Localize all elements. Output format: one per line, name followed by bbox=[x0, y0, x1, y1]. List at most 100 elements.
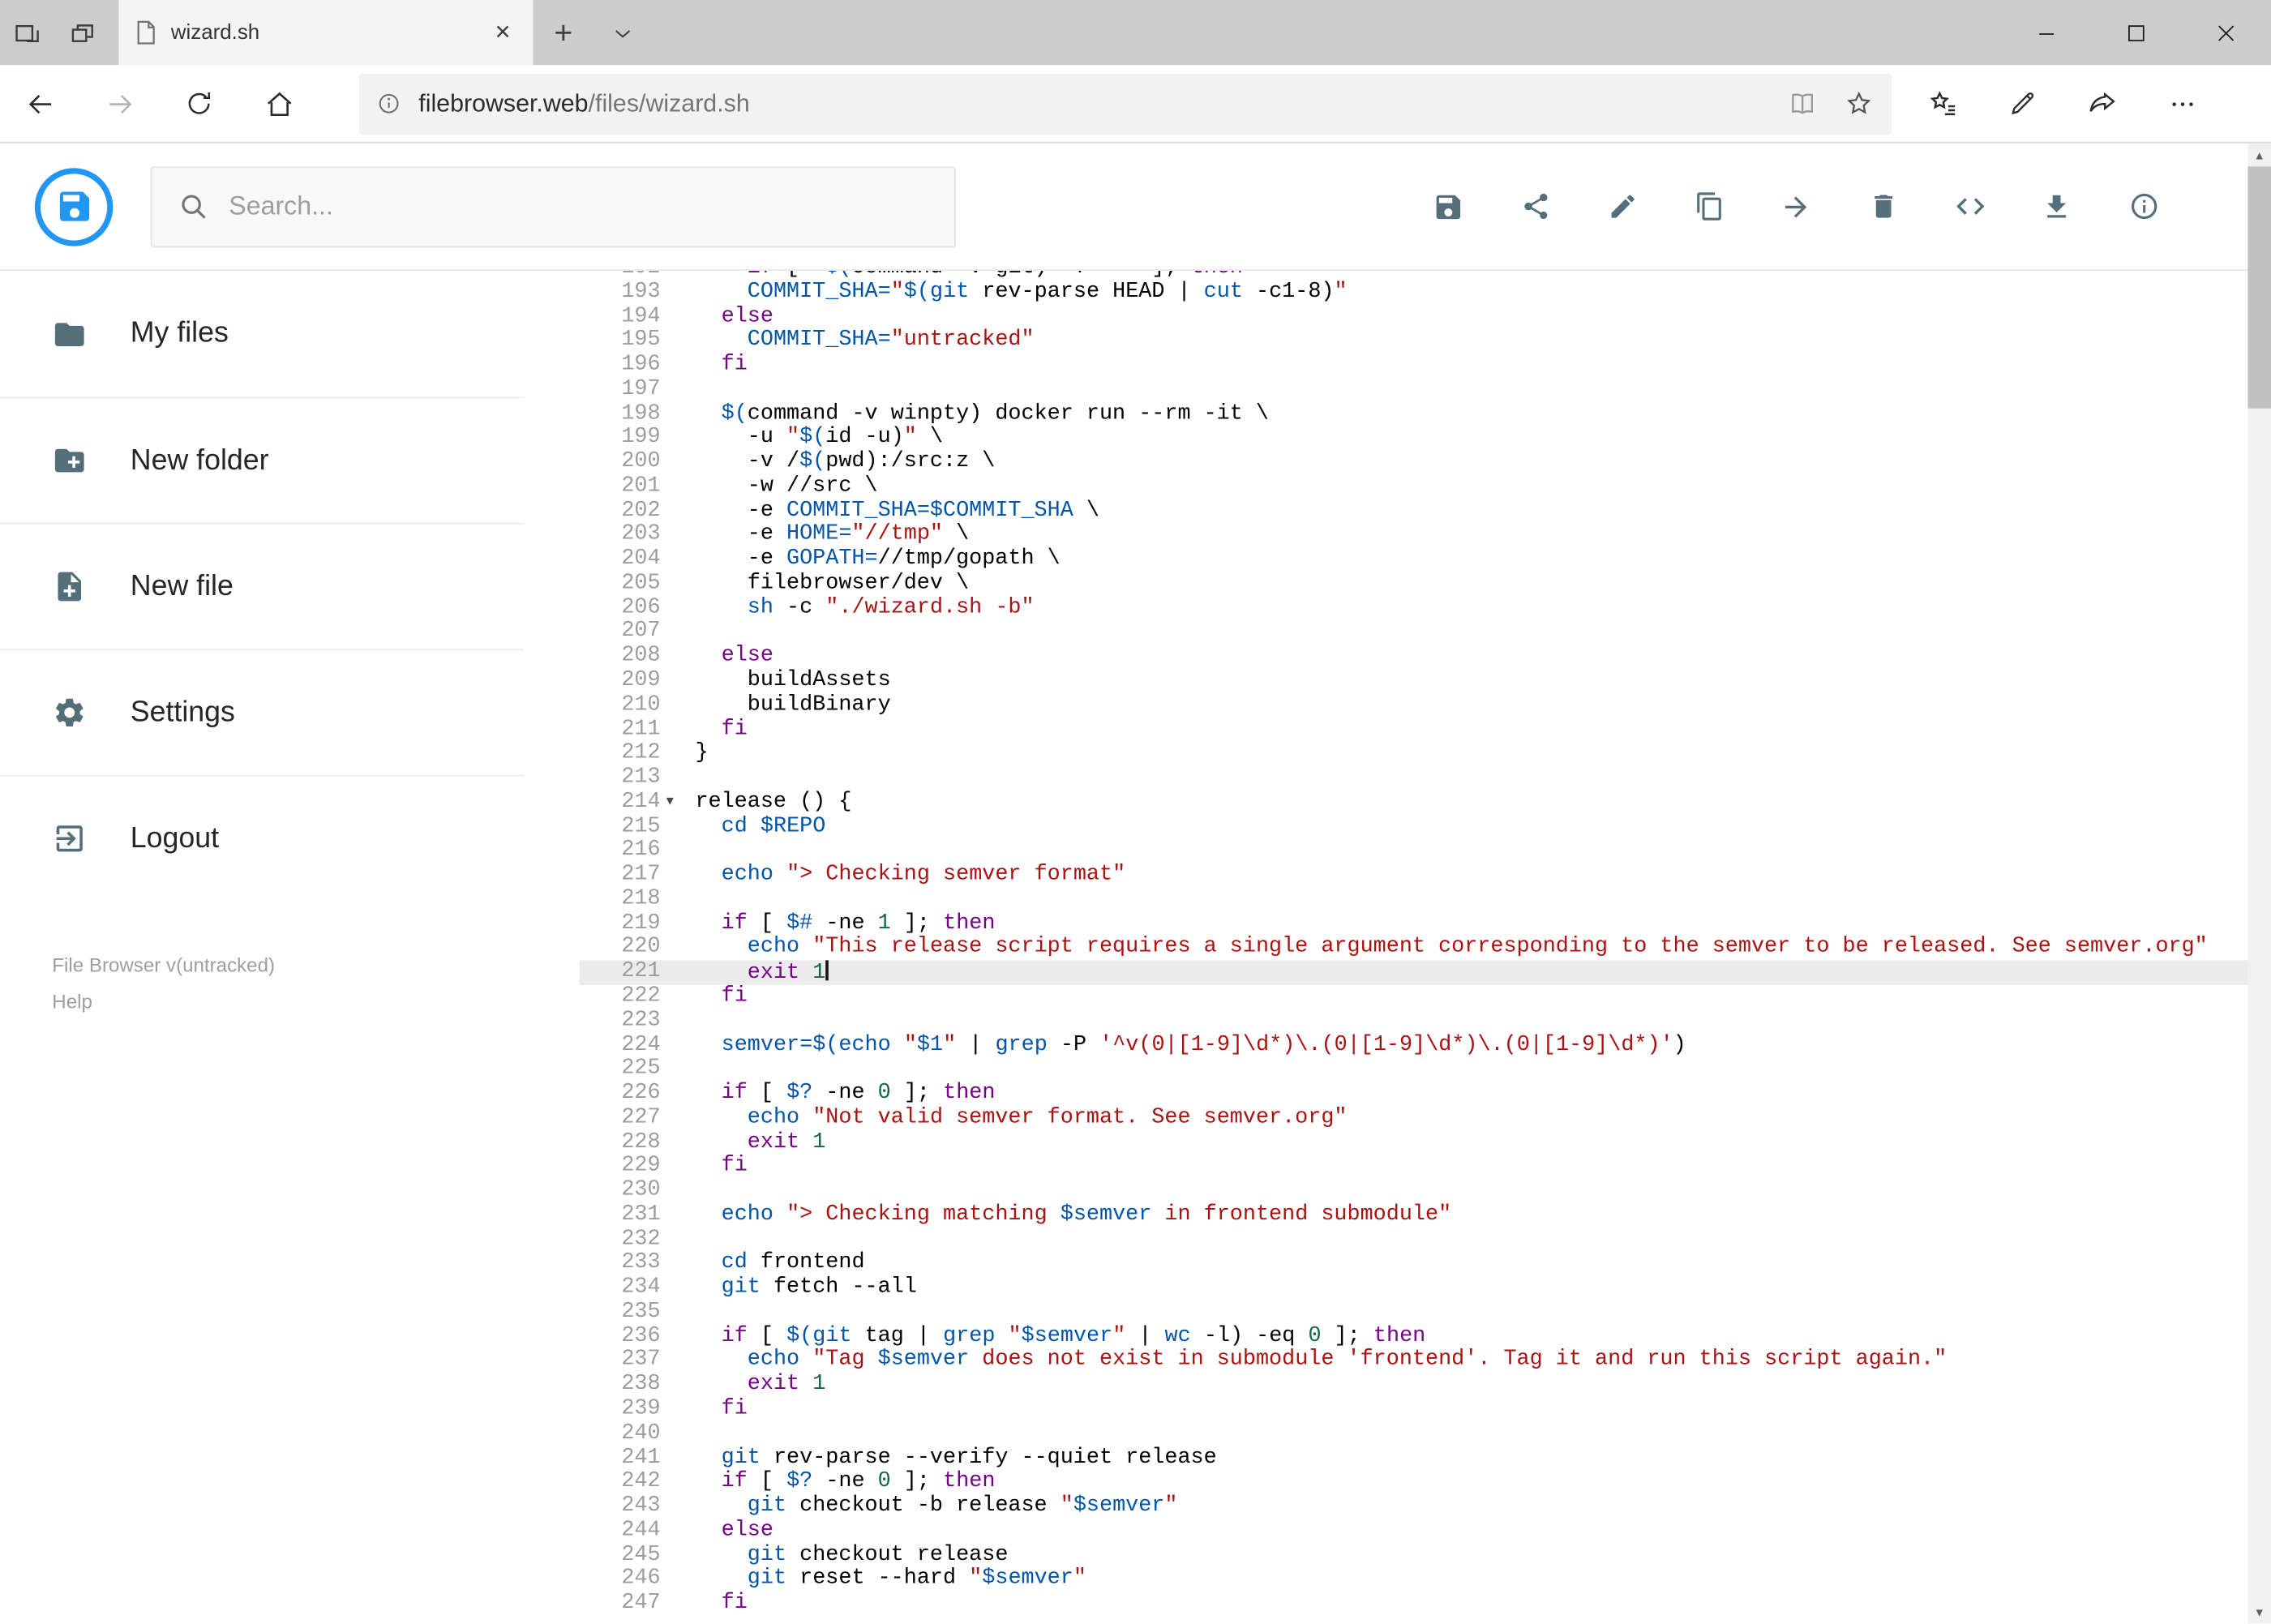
code-text[interactable]: if [ $# -ne 1 ]; then bbox=[695, 911, 2247, 936]
code-text[interactable]: cd $REPO bbox=[695, 813, 2247, 839]
code-text[interactable] bbox=[695, 1422, 2247, 1446]
code-text[interactable]: buildAssets bbox=[695, 668, 2247, 693]
code-line[interactable]: 193 COMMIT_SHA="$(git rev-parse HEAD | c… bbox=[580, 280, 2248, 305]
code-text[interactable]: git reset --hard "$semver" bbox=[695, 1566, 2247, 1592]
vertical-scrollbar[interactable]: ▲ ▼ bbox=[2247, 143, 2271, 1624]
code-text[interactable]: if [ $? -ne 0 ]; then bbox=[695, 1469, 2247, 1495]
code-text[interactable]: exit 1 bbox=[695, 1129, 2247, 1155]
raw-code-button[interactable] bbox=[1926, 190, 2013, 223]
code-line[interactable]: 246 git reset --hard "$semver" bbox=[580, 1566, 2248, 1592]
code-line[interactable]: 232 bbox=[580, 1227, 2248, 1252]
code-text[interactable]: git checkout -b release "$semver" bbox=[695, 1493, 2247, 1519]
code-line[interactable]: 233 cd frontend bbox=[580, 1251, 2248, 1276]
refresh-button[interactable] bbox=[159, 88, 238, 119]
code-text[interactable]: fi bbox=[695, 352, 2247, 378]
code-line[interactable]: 201 -w //src \ bbox=[580, 473, 2248, 499]
code-line[interactable]: 240 bbox=[580, 1420, 2248, 1446]
code-line[interactable]: 229 fi bbox=[580, 1154, 2248, 1179]
code-line[interactable]: 225 bbox=[580, 1056, 2248, 1082]
code-text[interactable]: release () { bbox=[695, 789, 2247, 815]
code-text[interactable] bbox=[695, 620, 2247, 645]
code-text[interactable] bbox=[695, 378, 2247, 402]
code-line[interactable]: 210 buildBinary bbox=[580, 692, 2248, 718]
code-text[interactable]: fi bbox=[695, 1591, 2247, 1616]
code-text[interactable]: echo "> Checking semver format" bbox=[695, 862, 2247, 888]
code-text[interactable]: filebrowser/dev \ bbox=[695, 571, 2247, 597]
code-line[interactable]: 228 exit 1 bbox=[580, 1129, 2248, 1155]
code-text[interactable]: exit 1 bbox=[695, 960, 2247, 985]
code-text[interactable] bbox=[695, 766, 2247, 791]
code-line[interactable]: 224 semver=$(echo "$1" | grep -P '^v(0|[… bbox=[580, 1032, 2248, 1058]
scrollbar-thumb[interactable] bbox=[2247, 166, 2271, 409]
code-line[interactable]: 205 filebrowser/dev \ bbox=[580, 571, 2248, 597]
info-button[interactable] bbox=[2100, 191, 2187, 222]
code-line[interactable]: 200 -v /$(pwd):/src:z \ bbox=[580, 449, 2248, 475]
code-text[interactable]: fi bbox=[695, 1154, 2247, 1179]
tab-wizard-sh[interactable]: wizard.sh ✕ bbox=[118, 0, 533, 66]
tab-preview-toggle[interactable] bbox=[593, 0, 651, 65]
code-text[interactable]: exit 1 bbox=[695, 1372, 2247, 1398]
code-line[interactable]: 206 sh -c "./wizard.sh -b" bbox=[580, 595, 2248, 620]
code-line[interactable]: 216 bbox=[580, 838, 2248, 863]
favorite-star-icon[interactable] bbox=[1844, 88, 1875, 119]
sidebar-item-my-files[interactable]: My files bbox=[0, 271, 525, 396]
scroll-up-arrow-icon[interactable]: ▲ bbox=[2247, 144, 2271, 167]
tabs-set-aside-button[interactable] bbox=[55, 0, 110, 65]
code-text[interactable]: -e HOME="//tmp" \ bbox=[695, 522, 2247, 548]
code-line[interactable]: 236 if [ $(git tag | grep "$semver" | wc… bbox=[580, 1323, 2248, 1349]
code-line[interactable]: 207 bbox=[580, 619, 2248, 645]
code-text[interactable] bbox=[695, 1009, 2247, 1034]
code-text[interactable]: echo "Not valid semver format. See semve… bbox=[695, 1105, 2247, 1130]
share-file-button[interactable] bbox=[1492, 191, 1579, 222]
code-text[interactable]: else bbox=[695, 303, 2247, 329]
code-text[interactable] bbox=[695, 1300, 2247, 1325]
code-line[interactable]: 238 exit 1 bbox=[580, 1372, 2248, 1398]
code-line[interactable]: 239 fi bbox=[580, 1396, 2248, 1422]
code-text[interactable]: echo "> Checking matching $semver in fro… bbox=[695, 1202, 2247, 1228]
code-editor[interactable]: 192 if [ "$(command -v git)" != "" ]; th… bbox=[579, 271, 2248, 1624]
code-line[interactable]: 194 else bbox=[580, 303, 2248, 329]
sidebar-item-new-folder[interactable]: New folder bbox=[0, 396, 525, 522]
search-input[interactable]: Search... bbox=[150, 165, 956, 247]
sidebar-item-new-file[interactable]: New file bbox=[0, 522, 525, 649]
code-line[interactable]: 242 if [ $? -ne 0 ]; then bbox=[580, 1469, 2248, 1495]
code-line[interactable]: 241 git rev-parse --verify --quiet relea… bbox=[580, 1445, 2248, 1471]
code-text[interactable]: else bbox=[695, 1518, 2247, 1544]
maximize-button[interactable] bbox=[2091, 0, 2181, 65]
code-line[interactable]: 198 $(command -v winpty) docker run --rm… bbox=[580, 401, 2248, 426]
code-line[interactable]: 243 git checkout -b release "$semver" bbox=[580, 1493, 2248, 1519]
fold-marker-icon[interactable]: ▾ bbox=[661, 791, 696, 815]
reading-view-icon[interactable] bbox=[1787, 88, 1818, 119]
code-text[interactable]: -w //src \ bbox=[695, 473, 2247, 499]
code-text[interactable]: -e COMMIT_SHA=$COMMIT_SHA \ bbox=[695, 498, 2247, 524]
code-line[interactable]: 199 -u "$(id -u)" \ bbox=[580, 425, 2248, 451]
code-text[interactable]: cd frontend bbox=[695, 1251, 2247, 1276]
code-text[interactable] bbox=[695, 1228, 2247, 1252]
code-text[interactable] bbox=[695, 839, 2247, 863]
code-text[interactable]: git fetch --all bbox=[695, 1275, 2247, 1300]
code-text[interactable]: else bbox=[695, 644, 2247, 669]
move-button[interactable] bbox=[1752, 191, 1839, 222]
code-line[interactable]: 230 bbox=[580, 1178, 2248, 1203]
code-line[interactable]: 202 -e COMMIT_SHA=$COMMIT_SHA \ bbox=[580, 498, 2248, 524]
download-button[interactable] bbox=[2013, 191, 2100, 222]
code-line[interactable]: 217 echo "> Checking semver format" bbox=[580, 862, 2248, 888]
sidebar-item-logout[interactable]: Logout bbox=[0, 774, 525, 901]
set-tabs-aside-button[interactable] bbox=[0, 0, 55, 65]
code-line[interactable]: 215 cd $REPO bbox=[580, 813, 2248, 839]
code-line[interactable]: 218 bbox=[580, 886, 2248, 912]
code-line[interactable]: 226 if [ $? -ne 0 ]; then bbox=[580, 1081, 2248, 1106]
code-text[interactable]: git rev-parse --verify --quiet release bbox=[695, 1445, 2247, 1471]
code-text[interactable]: buildBinary bbox=[695, 692, 2247, 718]
code-line[interactable]: 237 echo "Tag $semver does not exist in … bbox=[580, 1348, 2248, 1373]
code-text[interactable]: COMMIT_SHA="$(git rev-parse HEAD | cut -… bbox=[695, 280, 2247, 305]
site-info-icon[interactable] bbox=[376, 92, 401, 116]
code-line[interactable]: 223 bbox=[580, 1008, 2248, 1034]
code-line[interactable]: 227 echo "Not valid semver format. See s… bbox=[580, 1105, 2248, 1130]
code-line[interactable]: 234 git fetch --all bbox=[580, 1275, 2248, 1300]
code-text[interactable]: semver=$(echo "$1" | grep -P '^v(0|[1-9]… bbox=[695, 1032, 2247, 1058]
code-line[interactable]: 221 exit 1 bbox=[579, 959, 2248, 985]
code-line[interactable]: 208 else bbox=[580, 644, 2248, 669]
code-text[interactable]: git checkout release bbox=[695, 1542, 2247, 1567]
code-line[interactable]: 212} bbox=[580, 741, 2248, 766]
